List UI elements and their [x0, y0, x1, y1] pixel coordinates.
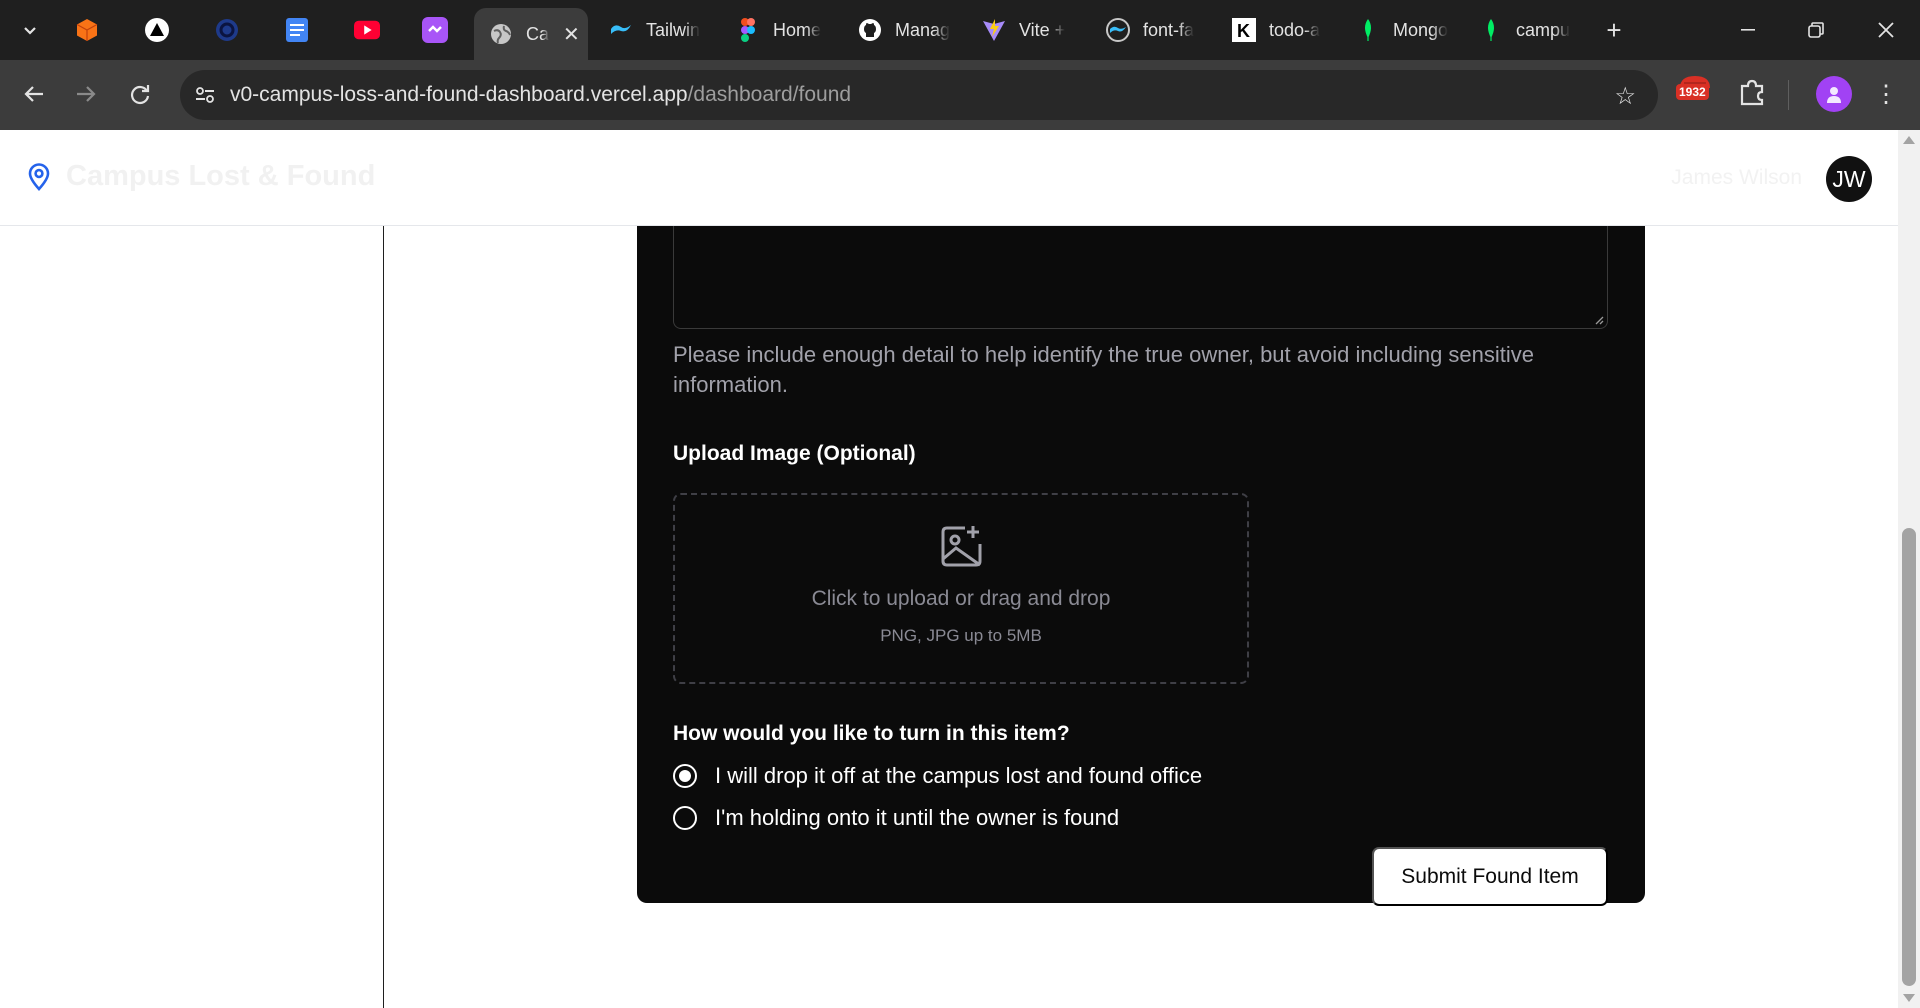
- browser-tab[interactable]: [422, 10, 452, 50]
- upload-image-label: Upload Image (Optional): [673, 442, 916, 465]
- browser-tab[interactable]: [284, 10, 314, 50]
- browser-tab[interactable]: Vite +: [981, 10, 1081, 50]
- tab-search-dropdown[interactable]: [10, 12, 50, 48]
- app-header: Campus Lost & Found James Wilson JW: [0, 130, 1898, 226]
- minimize-icon: [1741, 29, 1755, 31]
- tab-title: Manag: [895, 19, 951, 40]
- chevron-down-icon: [24, 27, 36, 35]
- map-pin-icon: [28, 163, 50, 191]
- browser-tab[interactable]: Manag: [857, 10, 957, 50]
- site-settings-icon[interactable]: [180, 70, 230, 120]
- turn-in-question: How would you like to turn in this item?: [673, 722, 1070, 745]
- browser-tab-strip: Ca ✕ Tailwin Home Manag Vite + font-fa K: [0, 0, 1920, 60]
- tab-title: Ca: [526, 23, 550, 44]
- close-tab-icon[interactable]: ✕: [563, 22, 580, 47]
- extension-badge: 1932: [1676, 84, 1709, 100]
- tab-title: font-fa: [1143, 19, 1195, 40]
- browser-toolbar: v0-campus-loss-and-found-dashboard.verce…: [0, 60, 1920, 130]
- browser-tab[interactable]: Home: [735, 10, 847, 50]
- mongodb-leaf-icon: [1478, 17, 1504, 43]
- tailwind-icon: [1105, 17, 1131, 43]
- close-window-button[interactable]: [1858, 8, 1914, 52]
- extensions-puzzle-icon[interactable]: [1738, 78, 1766, 111]
- browser-tab[interactable]: K todo-a: [1231, 10, 1331, 50]
- radio-button-selected[interactable]: [673, 764, 697, 788]
- description-help-text: Please include enough detail to help ide…: [673, 342, 1535, 397]
- user-name: James Wilson: [1671, 166, 1802, 189]
- orange-cube-icon: [74, 17, 100, 43]
- toolbar-divider: [1788, 80, 1789, 110]
- blue-ring-icon: [214, 17, 240, 43]
- globe-icon: [488, 21, 514, 47]
- forward-button[interactable]: [64, 72, 108, 116]
- tab-title: Vite +: [1019, 19, 1066, 40]
- docs-icon: [284, 17, 310, 43]
- vite-icon: [981, 17, 1007, 43]
- upload-file-types: PNG, JPG up to 5MB: [880, 626, 1042, 645]
- purple-app-icon: [422, 17, 448, 43]
- reload-icon: [130, 85, 150, 105]
- figma-icon: [735, 17, 761, 43]
- minimize-button[interactable]: [1720, 8, 1776, 52]
- back-button[interactable]: [12, 72, 56, 116]
- found-item-form-card: Please include enough detail to help ide…: [637, 226, 1645, 906]
- browser-tab[interactable]: Tailwin: [608, 10, 710, 50]
- browser-tab[interactable]: Mongo: [1355, 10, 1455, 50]
- k-logo-icon: K: [1231, 17, 1257, 43]
- description-textarea[interactable]: [673, 226, 1608, 329]
- page-scrollbar[interactable]: [1898, 130, 1920, 1008]
- youtube-icon: [354, 17, 380, 43]
- scroll-up-arrow-icon[interactable]: [1903, 136, 1915, 144]
- github-icon: [857, 17, 883, 43]
- arrow-right-icon: [77, 86, 96, 102]
- radio-option-holding[interactable]: I'm holding onto it until the owner is f…: [673, 804, 1119, 832]
- upload-instruction: Click to upload or drag and drop: [811, 587, 1111, 610]
- profile-icon: [1827, 87, 1841, 103]
- app-title[interactable]: Campus Lost & Found: [66, 160, 375, 193]
- restore-icon: [1808, 22, 1824, 38]
- close-icon: [1878, 22, 1894, 38]
- mongodb-leaf-icon: [1355, 17, 1381, 43]
- radio-option-drop-off[interactable]: I will drop it off at the campus lost an…: [673, 762, 1202, 790]
- tab-title: Mongo: [1393, 19, 1449, 40]
- bookmark-star-icon[interactable]: ☆: [1614, 82, 1636, 111]
- browser-tab[interactable]: campu: [1478, 10, 1578, 50]
- address-bar[interactable]: v0-campus-loss-and-found-dashboard.verce…: [180, 70, 1658, 120]
- browser-menu-button[interactable]: ⋮: [1874, 72, 1898, 116]
- svg-text:K: K: [1237, 21, 1250, 41]
- resize-grip-icon[interactable]: [1594, 315, 1604, 325]
- arrow-left-icon: [24, 86, 43, 102]
- browser-profile-avatar[interactable]: [1816, 76, 1852, 112]
- browser-tab[interactable]: [214, 10, 244, 50]
- scroll-down-arrow-icon[interactable]: [1903, 994, 1915, 1002]
- restore-button[interactable]: [1788, 8, 1844, 52]
- radio-dot: [679, 770, 691, 782]
- url-path: /dashboard/found: [687, 83, 852, 106]
- scrollbar-thumb[interactable]: [1902, 528, 1916, 986]
- browser-tab[interactable]: [74, 10, 104, 50]
- triangle-logo-icon: [144, 17, 170, 43]
- tab-title: Home: [773, 19, 822, 40]
- reload-button[interactable]: [118, 72, 162, 116]
- avatar[interactable]: JW: [1826, 156, 1872, 202]
- image-plus-icon: [941, 526, 982, 567]
- browser-tab[interactable]: [354, 10, 384, 50]
- radio-label[interactable]: I will drop it off at the campus lost an…: [715, 763, 1202, 789]
- url-text: v0-campus-loss-and-found-dashboard.verce…: [230, 83, 851, 107]
- tab-title: campu: [1516, 19, 1571, 40]
- image-upload-dropzone[interactable]: Click to upload or drag and drop PNG, JP…: [673, 493, 1249, 684]
- page-viewport: Campus Lost & Found James Wilson JW Plea…: [0, 130, 1898, 1008]
- radio-button[interactable]: [673, 806, 697, 830]
- tailwind-icon: [608, 17, 634, 43]
- tab-title: Tailwin: [646, 19, 701, 40]
- sidebar: [0, 226, 384, 1008]
- browser-tab[interactable]: font-fa: [1105, 10, 1205, 50]
- tab-title: todo-a: [1269, 19, 1321, 40]
- submit-found-item-button[interactable]: Submit Found Item: [1372, 847, 1608, 906]
- url-host: v0-campus-loss-and-found-dashboard.verce…: [230, 83, 688, 106]
- browser-tab[interactable]: [144, 10, 174, 50]
- radio-label[interactable]: I'm holding onto it until the owner is f…: [715, 805, 1119, 831]
- new-tab-button[interactable]: +: [1596, 12, 1632, 48]
- browser-tab-active[interactable]: Ca ✕: [474, 8, 588, 60]
